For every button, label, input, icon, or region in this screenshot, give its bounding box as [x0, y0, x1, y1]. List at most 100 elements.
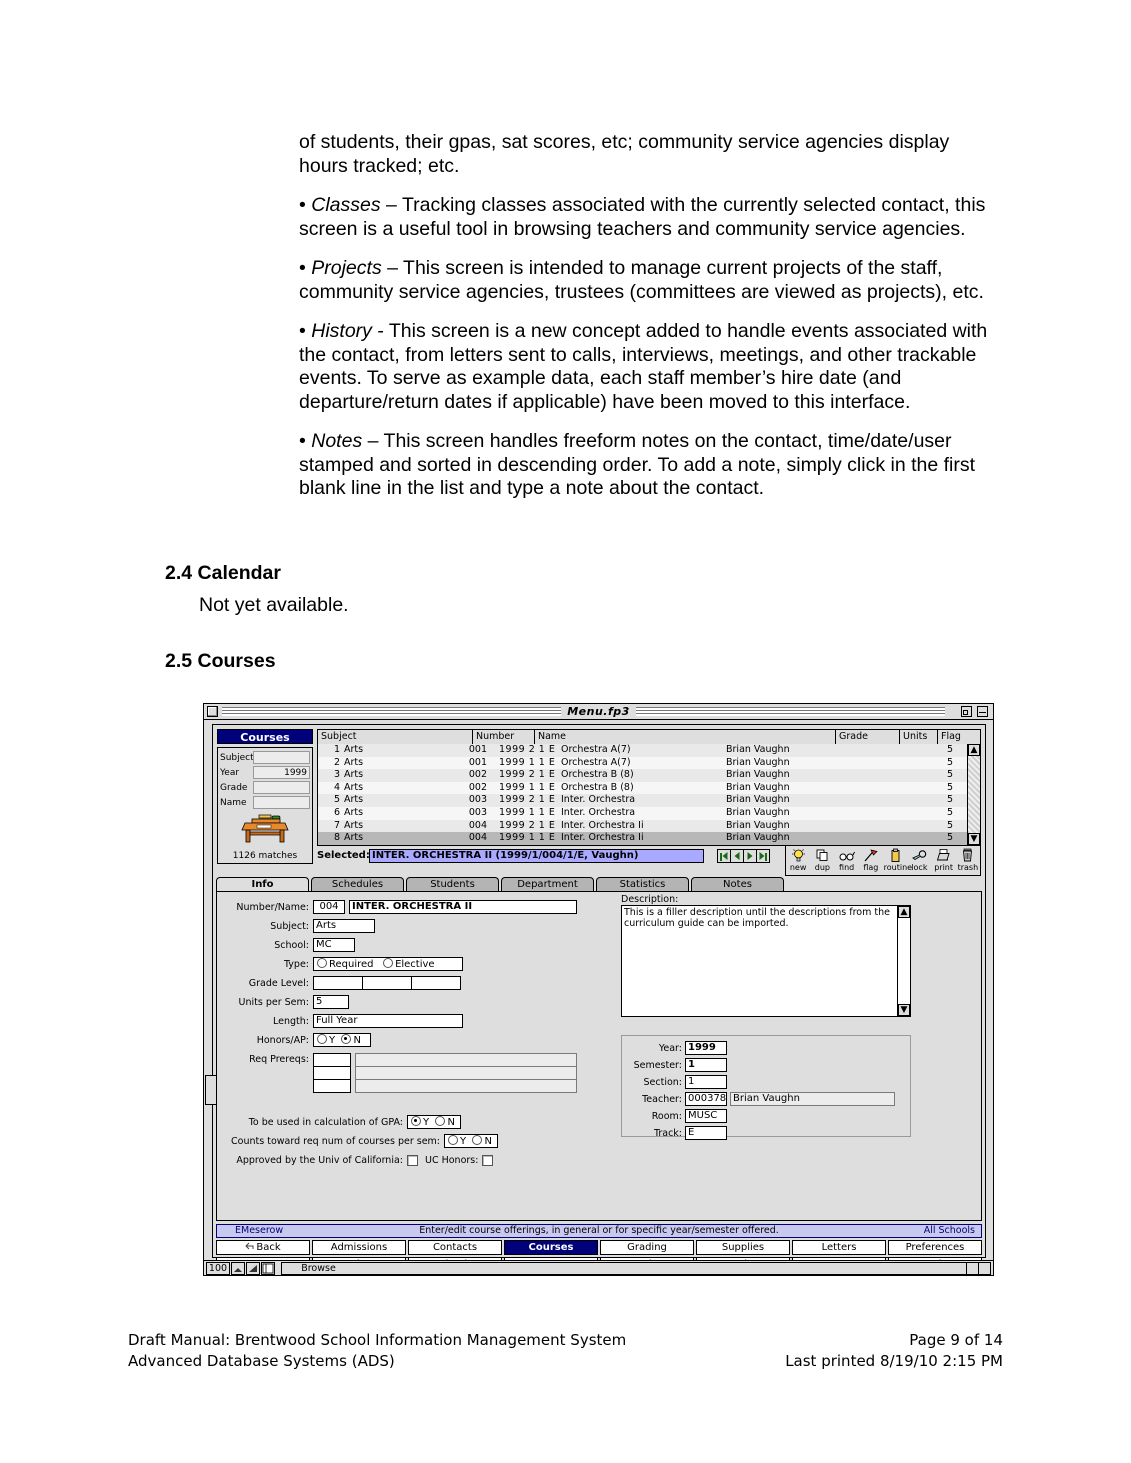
nav-button-grading[interactable]: Grading [600, 1240, 694, 1255]
tab-notes[interactable]: Notes [691, 877, 784, 892]
radio-counts-yes[interactable] [448, 1135, 458, 1145]
scroll-right-arrow-icon[interactable] [978, 1261, 991, 1275]
window-vertical-scrollbar[interactable] [985, 736, 993, 1245]
input-year[interactable]: 1999 [685, 1041, 727, 1055]
previous-record-button[interactable] [730, 849, 744, 863]
toolbar-button-routine[interactable]: routine [884, 847, 912, 872]
nav-button-supplies[interactable]: Supplies [696, 1240, 790, 1255]
column-header-grade[interactable]: Grade [836, 730, 900, 744]
toolbar-button-find[interactable]: find [835, 847, 858, 872]
toolbar-button-trash[interactable]: trash [956, 847, 979, 872]
radio-type-required[interactable] [317, 958, 327, 968]
layout-toggle-icon[interactable] [261, 1261, 275, 1275]
input-prereq-code-3[interactable] [313, 1079, 351, 1093]
toolbar-button-new[interactable]: new [787, 847, 810, 872]
radio-gpa-no[interactable] [435, 1116, 446, 1126]
input-grade-level-1[interactable] [313, 976, 363, 990]
input-teacher-name[interactable]: Brian Vaughn [730, 1092, 895, 1106]
table-row[interactable]: 3 Arts 002 1999 2 1 E Orchestra B (8) Brian V… [318, 769, 967, 782]
search-input-name[interactable] [253, 796, 310, 809]
radio-group-counts[interactable]: Y N [444, 1134, 498, 1148]
nav-button-back[interactable]: Back [216, 1240, 310, 1255]
description-box[interactable]: This is a filler description until the d… [621, 905, 911, 1017]
tab-schedules[interactable]: Schedules [311, 877, 404, 892]
radio-group-honors[interactable]: Y N [313, 1033, 371, 1047]
input-track[interactable]: E [685, 1126, 727, 1140]
tab-students[interactable]: Students [406, 877, 499, 892]
search-input-grade[interactable] [253, 781, 310, 794]
window-title-bar[interactable]: Menu.fp3 [204, 704, 993, 720]
input-description[interactable]: This is a filler description until the d… [624, 907, 895, 929]
radio-group-gpa[interactable]: Y N [407, 1115, 461, 1129]
input-semester[interactable]: 1 [685, 1058, 727, 1072]
status-scope[interactable]: All Schools [924, 1225, 975, 1237]
column-header-name[interactable]: Name [535, 730, 836, 744]
input-prereq-code-2[interactable] [313, 1066, 351, 1080]
radio-counts-no[interactable] [472, 1135, 483, 1145]
table-scrollbar[interactable]: ▲ ▼ [967, 744, 980, 845]
status-user[interactable]: EMeserow [235, 1225, 283, 1237]
input-grade-level-3[interactable] [411, 976, 461, 990]
checkbox-uc-approved[interactable] [407, 1154, 418, 1166]
column-header-flag[interactable]: Flag [938, 730, 980, 744]
scroll-up-arrow-icon[interactable]: ▲ [968, 744, 980, 756]
panel-drag-handle[interactable] [205, 1075, 216, 1105]
radio-honors-yes[interactable] [317, 1034, 327, 1044]
search-input-year[interactable]: 1999 [253, 766, 310, 779]
input-teacher-id[interactable]: 000378 [685, 1092, 727, 1106]
toolbar-button-print[interactable]: print [932, 847, 955, 872]
checkbox-uc-honors[interactable] [482, 1154, 494, 1166]
input-course-number[interactable]: 004 [313, 900, 345, 914]
input-course-name[interactable]: INTER. ORCHESTRA II [349, 900, 577, 914]
table-row[interactable]: 2 Arts 001 1999 1 1 E Orchestra A(7) Brian Va… [318, 756, 967, 770]
column-header-number[interactable]: Number [473, 730, 535, 744]
scroll-track[interactable] [968, 756, 980, 833]
table-row[interactable]: 4 Arts 002 1999 1 1 E Orchestra B (8) Brian V… [318, 781, 967, 795]
table-row[interactable]: 1 Arts 001 1999 2 1 E Orchestra A(7) Brian Va… [318, 744, 967, 757]
input-section[interactable]: 1 [685, 1075, 727, 1089]
input-units-per-sem[interactable]: 5 [313, 995, 349, 1009]
toolbar-button-dup[interactable]: dup [811, 847, 834, 872]
input-room[interactable]: MUSC [685, 1109, 727, 1123]
mode-display[interactable]: Browse [281, 1261, 356, 1275]
nav-button-courses[interactable]: Courses [504, 1240, 598, 1255]
input-length[interactable]: Full Year [313, 1014, 463, 1028]
input-school[interactable]: MC [313, 938, 355, 952]
last-record-button[interactable] [756, 849, 770, 863]
table-row[interactable]: 7 Arts 004 1999 2 1 E Inter. Orchestra Ii Bri… [318, 819, 967, 833]
tab-info[interactable]: Info [216, 877, 309, 892]
toolbar-button-lock[interactable]: lock [908, 847, 931, 872]
radio-gpa-yes[interactable] [411, 1116, 421, 1126]
tab-statistics[interactable]: Statistics [596, 877, 689, 892]
zoom-in-icon[interactable] [246, 1261, 260, 1275]
description-scrollbar[interactable]: ▲ ▼ [897, 906, 910, 1016]
input-prereq-name-3[interactable] [355, 1079, 577, 1093]
selected-value[interactable]: INTER. ORCHESTRA II (1999/1/004/1/E, Vau… [369, 849, 704, 863]
zoom-out-icon[interactable] [231, 1261, 245, 1275]
column-header-subject[interactable]: Subject [318, 730, 473, 744]
zoom-box-icon[interactable] [961, 706, 972, 717]
search-input-subject[interactable] [253, 751, 310, 764]
radio-honors-no[interactable] [341, 1034, 352, 1044]
nav-button-admissions[interactable]: Admissions [312, 1240, 406, 1255]
nav-button-preferences[interactable]: Preferences [888, 1240, 982, 1255]
radio-group-type[interactable]: Required Elective [313, 957, 463, 971]
input-prereq-name-2[interactable] [355, 1066, 577, 1080]
column-header-units[interactable]: Units [900, 730, 938, 744]
nav-button-contacts[interactable]: Contacts [408, 1240, 502, 1255]
table-row[interactable]: 5 Arts 003 1999 2 1 E Inter. Orchestra Brian … [318, 794, 967, 807]
input-subject[interactable]: Arts [313, 919, 375, 933]
nav-button-letters[interactable]: Letters [792, 1240, 886, 1255]
first-record-button[interactable] [717, 849, 731, 863]
next-record-button[interactable] [743, 849, 757, 863]
toolbar-button-flag[interactable]: flag [859, 847, 882, 872]
input-grade-level-2[interactable] [362, 976, 412, 990]
grow-box-icon[interactable] [977, 706, 988, 717]
tab-department[interactable]: Department [501, 877, 594, 892]
input-prereq-code-1[interactable] [313, 1053, 351, 1067]
description-scroll-down-icon[interactable]: ▼ [898, 1004, 910, 1016]
table-row[interactable]: 6 Arts 003 1999 1 1 E Inter. Orchestra Brian … [318, 806, 967, 820]
table-row[interactable]: 8 Arts 004 1999 1 1 E Inter. Orchestra Ii Bri… [318, 832, 967, 845]
horizontal-scroll-arrows[interactable] [966, 1261, 991, 1275]
scroll-down-arrow-icon[interactable]: ▼ [968, 833, 980, 845]
